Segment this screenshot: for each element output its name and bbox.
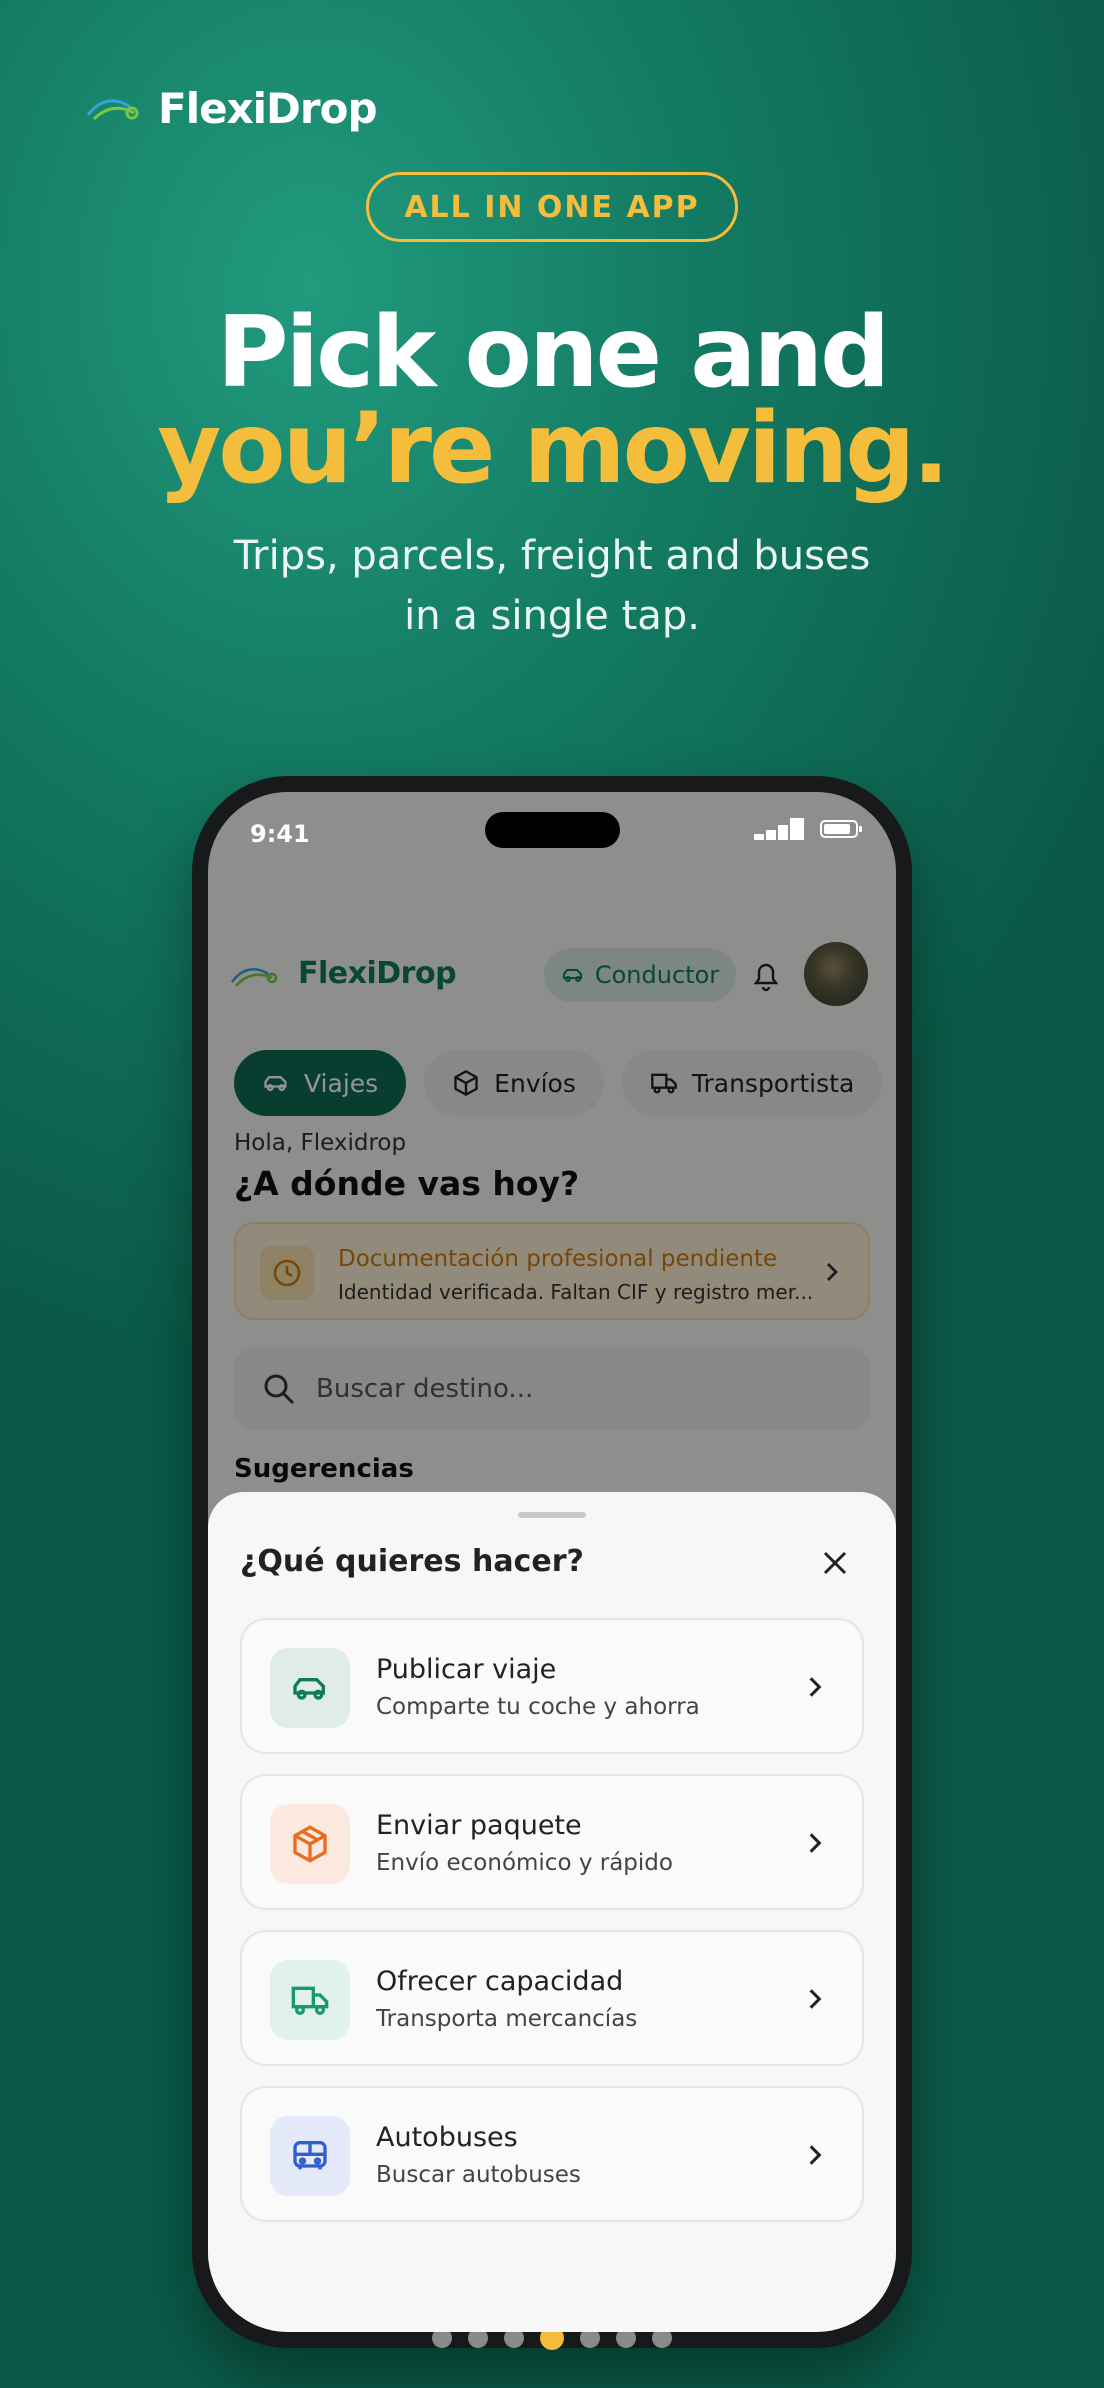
option-title: Enviar paquete [376, 1810, 582, 1841]
option-ofrecer-capacidad[interactable]: Ofrecer capacidad Transporta mercancías [240, 1930, 864, 2066]
drag-handle[interactable] [518, 1512, 586, 1518]
dynamic-island [485, 812, 620, 848]
box-icon [270, 1804, 350, 1884]
phone-screen: 9:41 FlexiDrop Conductor Viajes Envíos T… [208, 792, 896, 2332]
option-title: Autobuses [376, 2122, 518, 2153]
option-autobuses[interactable]: Autobuses Buscar autobuses [240, 2086, 864, 2222]
option-title: Publicar viaje [376, 1654, 557, 1685]
chevron-right-icon [809, 1677, 822, 1697]
option-subtitle: Comparte tu coche y ahorra [376, 1694, 700, 1720]
promo-brand: FlexiDrop [86, 84, 378, 133]
option-title: Ofrecer capacidad [376, 1966, 624, 1997]
subtitle-line-2: in a single tap. [404, 593, 700, 639]
status-time: 9:41 [250, 820, 310, 848]
option-subtitle: Envío económico y rápido [376, 1850, 673, 1876]
car-icon [270, 1648, 350, 1728]
truck-icon [270, 1960, 350, 2040]
battery-icon [820, 820, 862, 838]
sheet-title: ¿Qué quieres hacer? [240, 1544, 584, 1579]
action-sheet: ¿Qué quieres hacer? Publicar viaje Compa… [208, 1492, 896, 2332]
signal-icon [754, 818, 804, 840]
status-bar: 9:41 [208, 792, 896, 852]
chevron-right-icon [809, 1833, 822, 1853]
bus-icon [270, 2116, 350, 2196]
chevron-right-icon [809, 2145, 822, 2165]
chevron-right-icon [809, 1989, 822, 2009]
option-subtitle: Buscar autobuses [376, 2162, 581, 2188]
all-in-one-pill: ALL IN ONE APP [366, 172, 738, 242]
brand-name: FlexiDrop [158, 84, 378, 133]
subtitle-line-1: Trips, parcels, freight and buses [233, 533, 871, 579]
logo-icon [86, 98, 139, 120]
option-enviar-paquete[interactable]: Enviar paquete Envío económico y rápido [240, 1774, 864, 1910]
headline-line-2: you’re moving. [157, 392, 949, 506]
phone-frame: 9:41 FlexiDrop Conductor Viajes Envíos T… [192, 776, 912, 2348]
close-icon[interactable] [820, 1548, 850, 1578]
option-publicar-viaje[interactable]: Publicar viaje Comparte tu coche y ahorr… [240, 1618, 864, 1754]
promo-subtitle: Trips, parcels, freight and buses in a s… [0, 526, 1104, 646]
option-subtitle: Transporta mercancías [376, 2006, 638, 2032]
